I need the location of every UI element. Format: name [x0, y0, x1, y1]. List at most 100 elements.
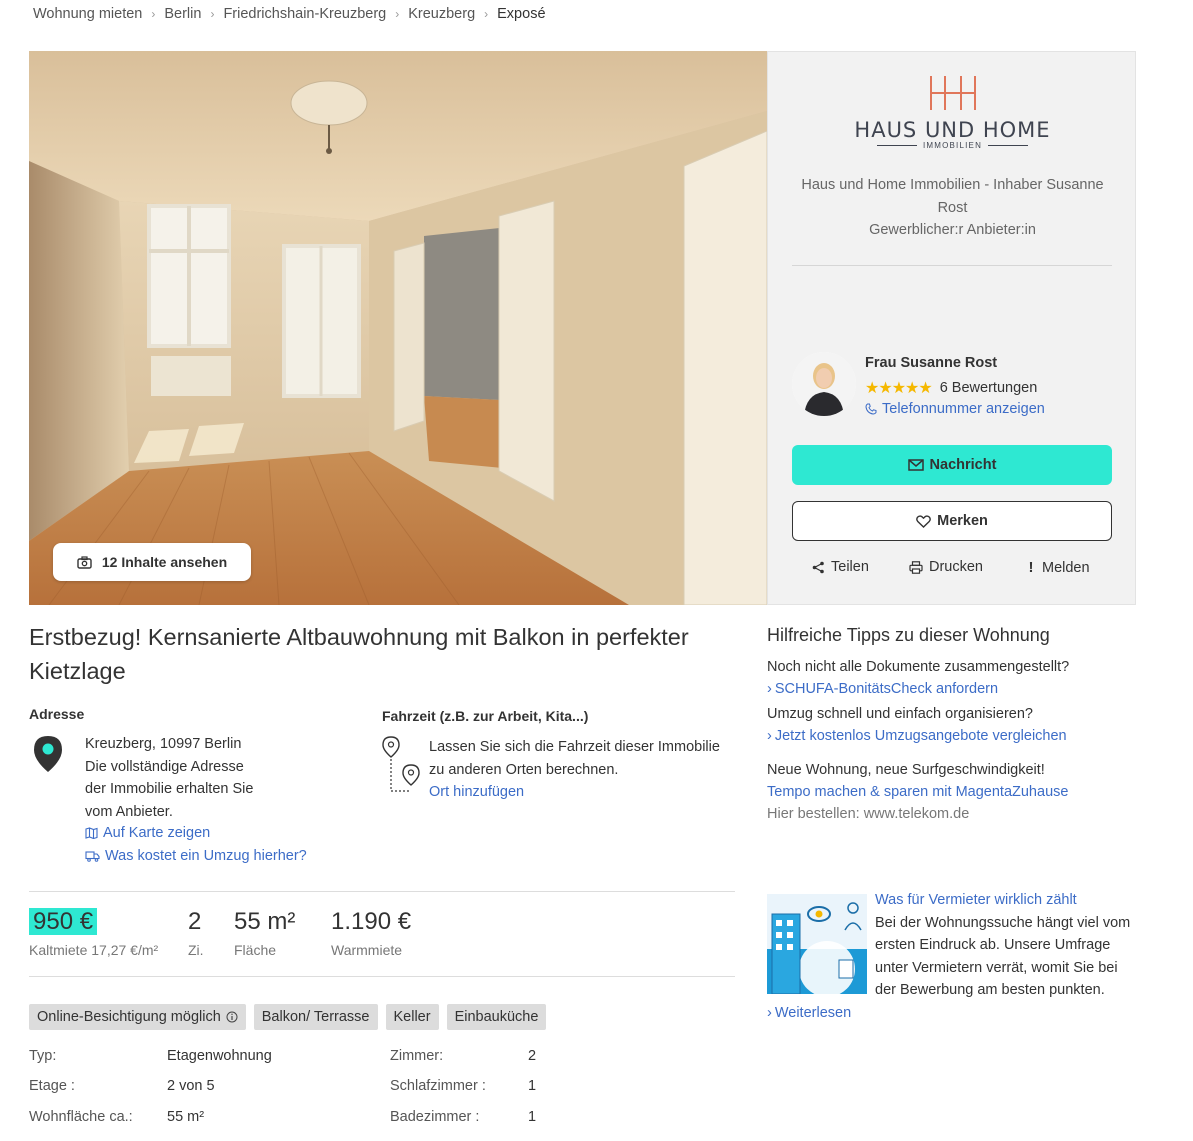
agent-company-name: Haus und Home Immobilien - Inhaber Susan…: [801, 177, 1104, 216]
schufa-link[interactable]: › SCHUFA-BonitätsCheck anfordern: [767, 678, 1069, 700]
map-icon: [85, 827, 98, 840]
send-message-label: Nachricht: [929, 457, 997, 473]
chevron-right-icon: ›: [767, 1005, 772, 1021]
agency-logo-name: HAUS UND HOME: [854, 118, 1051, 142]
tips-heading: Hilfreiche Tipps zu dieser Wohnung: [767, 625, 1050, 645]
camera-icon: [77, 555, 92, 569]
cold-rent-value: 950 €: [29, 908, 98, 935]
save-listing-button[interactable]: Merken: [792, 501, 1112, 541]
article-title-link[interactable]: Was für Vermieter wirklich zählt: [875, 889, 1137, 912]
breadcrumb-item[interactable]: Kreuzberg: [408, 6, 475, 22]
chevron-right-icon: ›: [395, 7, 400, 21]
feature-tag[interactable]: Online-Besichtigung möglich: [29, 1004, 246, 1030]
address-note-line: vom Anbieter.: [85, 803, 173, 820]
listing-photo-gallery[interactable]: 12 Inhalte ansehen: [29, 51, 767, 605]
show-on-map-link[interactable]: Auf Karte zeigen: [85, 822, 307, 845]
key-fact-price: 950 € Kaltmiete 17,27 €/m²: [29, 906, 158, 958]
moving-offers-link[interactable]: › Jetzt kostenlos Umzugsangebote vergleic…: [767, 725, 1067, 747]
tip-moving: Umzug schnell und einfach organisieren? …: [767, 703, 1067, 747]
detail-value: 55 m²: [167, 1109, 205, 1125]
location-pin-icon: [33, 735, 63, 778]
detail-value: 2 von 5: [167, 1078, 215, 1094]
travel-time-block: Lassen Sie sich die Fahrzeit dieser Immo…: [429, 736, 729, 804]
magenta-link[interactable]: Tempo machen & sparen mit MagentaZuhause: [767, 781, 1068, 803]
detail-label: Etage :: [29, 1078, 75, 1094]
address-note-line: Die vollständige Adresse: [85, 758, 244, 775]
feature-tag: Keller: [385, 1004, 439, 1030]
info-icon[interactable]: [226, 1011, 238, 1023]
report-button[interactable]: ! Melden: [1026, 559, 1090, 576]
detail-label: Badezimmer :: [390, 1109, 480, 1125]
chevron-right-icon: ›: [210, 7, 215, 21]
rooms-value: 2: [188, 908, 202, 935]
agency-logo-subtitle: IMMOBILIEN: [876, 141, 1029, 150]
breadcrumb-item[interactable]: Berlin: [164, 6, 201, 22]
tip-text: Umzug schnell und einfach organisieren?: [767, 706, 1033, 722]
rating-count: 6 Bewertungen: [939, 380, 1038, 396]
apartment-room-photo: [29, 51, 767, 605]
area-value: 55 m²: [234, 908, 296, 935]
view-all-media-button[interactable]: 12 Inhalte ansehen: [53, 543, 251, 581]
heart-icon: [916, 514, 931, 528]
detail-value: 1: [528, 1109, 537, 1125]
rooms-label: Zi.: [188, 942, 204, 958]
add-location-link[interactable]: Ort hinzufügen: [429, 781, 729, 804]
send-message-button[interactable]: Nachricht: [792, 445, 1112, 485]
warm-rent-value: 1.190 €: [331, 908, 412, 935]
agent-rating[interactable]: ★★★★★ 6 Bewertungen: [865, 378, 1037, 398]
agent-contact-panel: HAUS UND HOME IMMOBILIEN Haus und Home I…: [767, 51, 1136, 605]
tip-text: Neue Wohnung, neue Surfgeschwindigkeit!: [767, 762, 1045, 778]
warm-rent-label: Warmmiete: [331, 942, 403, 958]
print-label: Drucken: [929, 559, 983, 575]
address-block: Kreuzberg, 10997 Berlin Die vollständige…: [85, 733, 253, 823]
report-label: Melden: [1042, 559, 1090, 576]
key-fact-area: 55 m² Fläche: [234, 906, 295, 958]
divider: [29, 891, 735, 892]
key-fact-rooms: 2 Zi.: [188, 906, 204, 958]
phone-icon: [865, 403, 877, 415]
detail-label: Schlafzimmer :: [390, 1078, 486, 1094]
detail-value: 1: [528, 1078, 537, 1094]
share-button[interactable]: Teilen: [812, 559, 869, 575]
travel-time-heading: Fahrzeit (z.B. zur Arbeit, Kita...): [382, 708, 589, 724]
moving-cost-link[interactable]: Was kostet ein Umzug hierher?: [85, 845, 307, 868]
breadcrumb-item[interactable]: Friedrichshain-Kreuzberg: [223, 6, 386, 22]
divider: [29, 976, 735, 977]
travel-time-description: Lassen Sie sich die Fahrzeit dieser Immo…: [429, 739, 720, 778]
save-listing-label: Merken: [937, 513, 988, 529]
agency-logo-mark-icon: [929, 76, 976, 110]
read-more-link[interactable]: › Weiterlesen: [767, 1005, 851, 1021]
feature-tags: Online-Besichtigung möglich Balkon/ Terr…: [29, 1004, 547, 1030]
agent-avatar: [792, 352, 856, 416]
tip-text: Noch nicht alle Dokumente zusammengestel…: [767, 659, 1070, 675]
area-label: Fläche: [234, 942, 277, 958]
divider: [792, 265, 1112, 266]
print-button[interactable]: Drucken: [909, 559, 983, 575]
key-fact-warm-rent: 1.190 € Warmmiete: [331, 906, 411, 958]
breadcrumb-item[interactable]: Wohnung mieten: [33, 6, 142, 22]
telekom-note: Hier bestellen: www.telekom.de: [767, 806, 970, 822]
agent-name: Frau Susanne Rost: [865, 355, 998, 371]
detail-label: Wohnfläche ca.:: [29, 1109, 133, 1125]
agency-logo[interactable]: HAUS UND HOME IMMOBILIEN: [768, 74, 1137, 150]
share-label: Teilen: [831, 559, 869, 575]
article-body: Bei der Wohnungssuche hängt viel vom ers…: [875, 914, 1131, 999]
agent-company-info: Haus und Home Immobilien - Inhaber Susan…: [768, 174, 1137, 242]
detail-value: 2: [528, 1048, 537, 1064]
rating-stars-icon: ★★★★★: [865, 380, 933, 397]
address-note-line: der Immobilie erhalten Sie: [85, 781, 254, 797]
tip-schufa: Noch nicht alle Dokumente zusammengestel…: [767, 656, 1069, 700]
article-illustration[interactable]: [767, 894, 867, 994]
share-icon: [812, 561, 824, 573]
route-icon: [381, 735, 421, 800]
tip-internet: Neue Wohnung, neue Surfgeschwindigkeit! …: [767, 759, 1068, 825]
show-phone-link[interactable]: Telefonnummer anzeigen: [865, 401, 1045, 417]
feature-tag: Einbauküche: [446, 1004, 547, 1030]
detail-label: Zimmer:: [390, 1048, 444, 1064]
detail-value: Etagenwohnung: [167, 1048, 272, 1064]
view-all-media-label: 12 Inhalte ansehen: [101, 554, 228, 570]
chevron-right-icon: ›: [767, 728, 772, 744]
breadcrumb-current: Exposé: [497, 6, 546, 22]
address-links: Auf Karte zeigen Was kostet ein Umzug hi…: [85, 822, 307, 867]
printer-icon: [909, 560, 923, 574]
